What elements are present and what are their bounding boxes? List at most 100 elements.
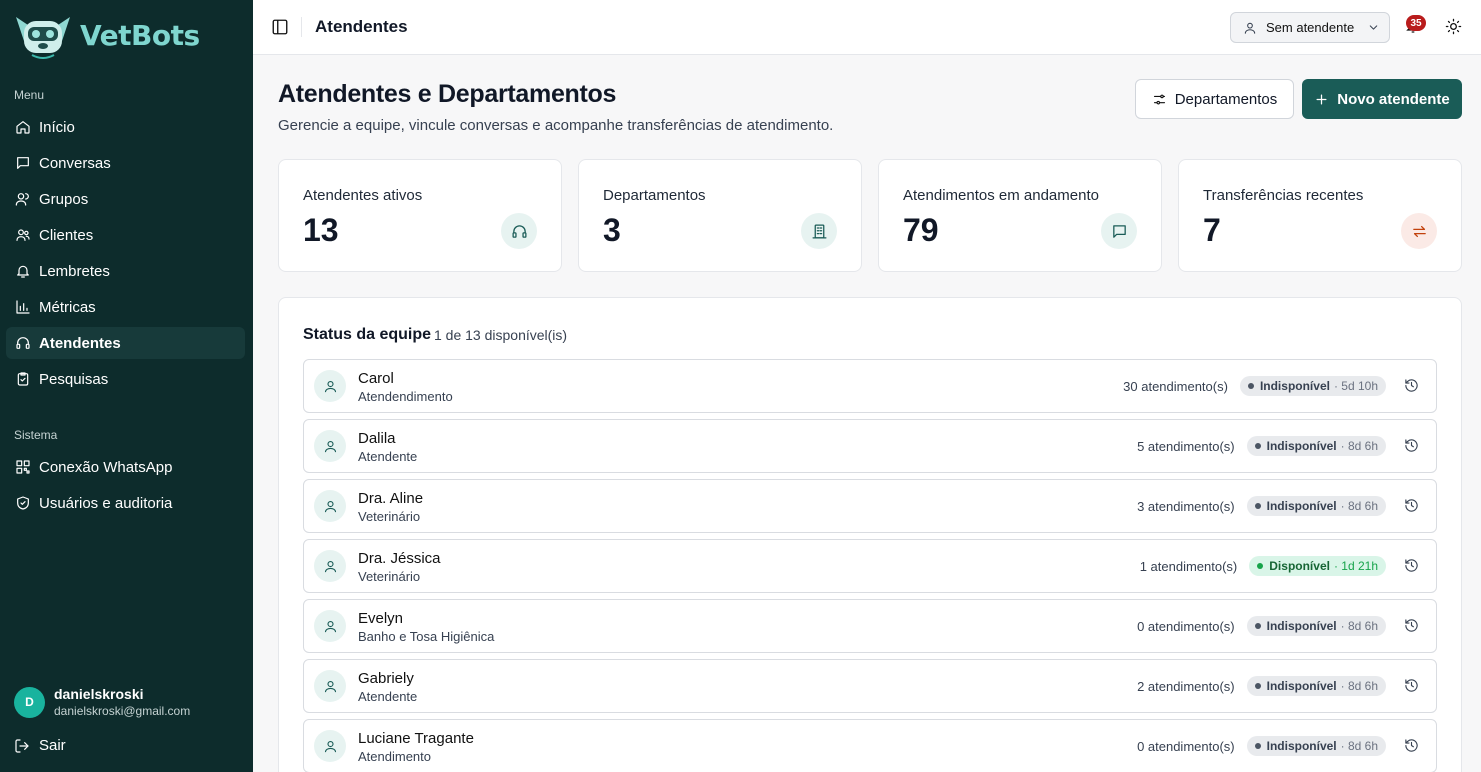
logout-label: Sair — [39, 737, 66, 754]
status-duration: · 8d 6h — [1340, 679, 1378, 693]
avatar: D — [14, 686, 45, 718]
logo[interactable]: VetBots — [10, 10, 200, 60]
transfer-icon — [1401, 213, 1437, 249]
departments-button[interactable]: Departamentos — [1135, 79, 1294, 119]
headset-icon — [14, 335, 31, 352]
sidebar-item-label: Conexão WhatsApp — [39, 458, 173, 476]
sidebar-toggle-button[interactable] — [271, 18, 289, 36]
user-email: danielskroski@gmail.com — [54, 704, 191, 718]
user-profile[interactable]: D danielskroski danielskroski@gmail.com — [14, 686, 190, 718]
history-icon[interactable] — [1404, 498, 1420, 514]
headset-icon — [501, 213, 537, 249]
stat-label: Departamentos — [603, 187, 706, 204]
chart-icon — [14, 299, 31, 316]
stat-value: 13 — [303, 212, 339, 248]
building-icon — [801, 213, 837, 249]
status-duration: · 5d 10h — [1333, 379, 1378, 393]
stat-label: Transferências recentes — [1203, 187, 1364, 204]
stat-label: Atendentes ativos — [303, 187, 423, 204]
status-badge: Indisponível · 8d 6h — [1246, 436, 1386, 456]
status-dot — [1247, 383, 1254, 389]
status-badge: Indisponível · 5d 10h — [1239, 376, 1386, 396]
user-icon — [314, 670, 346, 702]
sidebar-item-lembretes[interactable]: Lembretes — [6, 255, 245, 287]
status-dot — [1254, 743, 1261, 749]
table-row[interactable]: Gabriely Atendente 2 atendimento(s) Indispo… — [303, 659, 1437, 713]
chat-icon — [1101, 213, 1137, 249]
attendant-name: Dra. Aline — [358, 490, 424, 507]
sidebar-item-conversas[interactable]: Conversas — [6, 147, 245, 179]
stat-card-departamentos: Departamentos 3 — [578, 159, 862, 272]
attendance-count: 5 atendimento(s) — [1137, 438, 1235, 454]
sidebar-item-inicio[interactable]: Início — [6, 111, 245, 143]
sidebar-item-label: Atendentes — [39, 334, 121, 352]
status-badge: Indisponível · 8d 6h — [1246, 616, 1386, 636]
bell-icon — [14, 263, 31, 280]
attendant-select-value: Sem atendente — [1266, 20, 1355, 35]
sidebar-item-label: Grupos — [39, 190, 89, 208]
history-icon[interactable] — [1404, 558, 1420, 574]
status-badge: Indisponível · 8d 6h — [1246, 496, 1386, 516]
status-badge: Indisponível · 8d 6h — [1246, 676, 1386, 696]
history-icon[interactable] — [1404, 378, 1420, 394]
table-row[interactable]: Carol Atendendimento 30 atendimento(s) Indi… — [303, 359, 1437, 413]
theme-toggle-button[interactable] — [1445, 18, 1463, 36]
history-icon[interactable] — [1404, 438, 1420, 454]
status-duration: · 8d 6h — [1340, 619, 1378, 633]
status-text: Indisponível — [1266, 439, 1337, 453]
attendance-count: 0 atendimento(s) — [1137, 618, 1235, 634]
history-icon[interactable] — [1404, 738, 1420, 754]
attendant-department: Veterinário — [358, 509, 421, 524]
attendance-count: 3 atendimento(s) — [1137, 498, 1235, 514]
sidebar-item-atendentes[interactable]: Atendentes — [6, 327, 245, 359]
sidebar-item-label: Conversas — [39, 154, 111, 172]
status-text: Indisponível — [1266, 619, 1337, 633]
sidebar-item-label: Pesquisas — [39, 370, 109, 388]
stat-label: Atendimentos em andamento — [903, 187, 1099, 204]
table-row[interactable]: Dra. Jéssica Veterinário 1 atendimento(s) D… — [303, 539, 1437, 593]
table-row[interactable]: Evelyn Banho e Tosa Higiênica 0 atendiment… — [303, 599, 1437, 653]
status-text: Indisponível — [1266, 739, 1337, 753]
new-attendant-button[interactable]: Novo atendente — [1302, 79, 1462, 119]
new-attendant-button-label: Novo atendente — [1337, 90, 1450, 108]
status-duration: · 8d 6h — [1340, 439, 1378, 453]
history-icon[interactable] — [1404, 678, 1420, 694]
main-nav: Início Conversas Grupos Clientes Lembret… — [6, 111, 245, 399]
chat-icon — [14, 155, 31, 172]
sidebar-item-pesquisas[interactable]: Pesquisas — [6, 363, 245, 395]
sidebar-item-conexao-whatsapp[interactable]: Conexão WhatsApp — [6, 451, 245, 483]
logout-icon — [15, 738, 29, 753]
page-subtitle: Gerencie a equipe, vincule conversas e a… — [278, 117, 834, 134]
attendance-count: 1 atendimento(s) — [1139, 558, 1238, 574]
topbar: Atendentes Sem atendente 35 — [253, 0, 1481, 55]
table-row[interactable]: Dalila Atendente 5 atendimento(s) Indisponí… — [303, 419, 1437, 473]
attendant-department: Banho e Tosa Higiênica — [358, 629, 495, 644]
clipboard-icon — [14, 371, 31, 388]
divider — [301, 17, 302, 37]
sidebar-item-label: Métricas — [39, 298, 96, 316]
sidebar-item-metricas[interactable]: Métricas — [6, 291, 245, 323]
logout-button[interactable]: Sair — [14, 737, 66, 754]
sidebar-item-clientes[interactable]: Clientes — [6, 219, 245, 251]
history-icon[interactable] — [1404, 618, 1420, 634]
shield-icon — [14, 495, 31, 512]
stat-card-atendimentos: Atendimentos em andamento 79 — [878, 159, 1162, 272]
plus-icon — [1316, 94, 1327, 104]
stat-value: 79 — [903, 212, 939, 248]
table-row[interactable]: Luciane Tragante Atendimento 0 atendimento… — [303, 719, 1437, 772]
stat-card-atendentes-ativos: Atendentes ativos 13 — [278, 159, 562, 272]
system-nav: Conexão WhatsApp Usuários e auditoria — [6, 451, 245, 523]
page-title: Atendentes e Departamentos — [278, 80, 617, 108]
table-row[interactable]: Dra. Aline Veterinário 3 atendimento(s) Ind… — [303, 479, 1437, 533]
sliders-icon — [1153, 94, 1165, 104]
attendant-name: Carol — [358, 370, 394, 387]
status-duration: · 8d 6h — [1340, 499, 1378, 513]
user-icon — [1244, 22, 1256, 34]
system-label: Sistema — [14, 428, 58, 442]
sidebar-item-usuarios-auditoria[interactable]: Usuários e auditoria — [6, 487, 245, 519]
group-icon — [14, 191, 31, 208]
sidebar-item-label: Usuários e auditoria — [39, 494, 173, 512]
attendant-select[interactable]: Sem atendente — [1230, 12, 1390, 43]
user-icon — [314, 490, 346, 522]
sidebar-item-grupos[interactable]: Grupos — [6, 183, 245, 215]
